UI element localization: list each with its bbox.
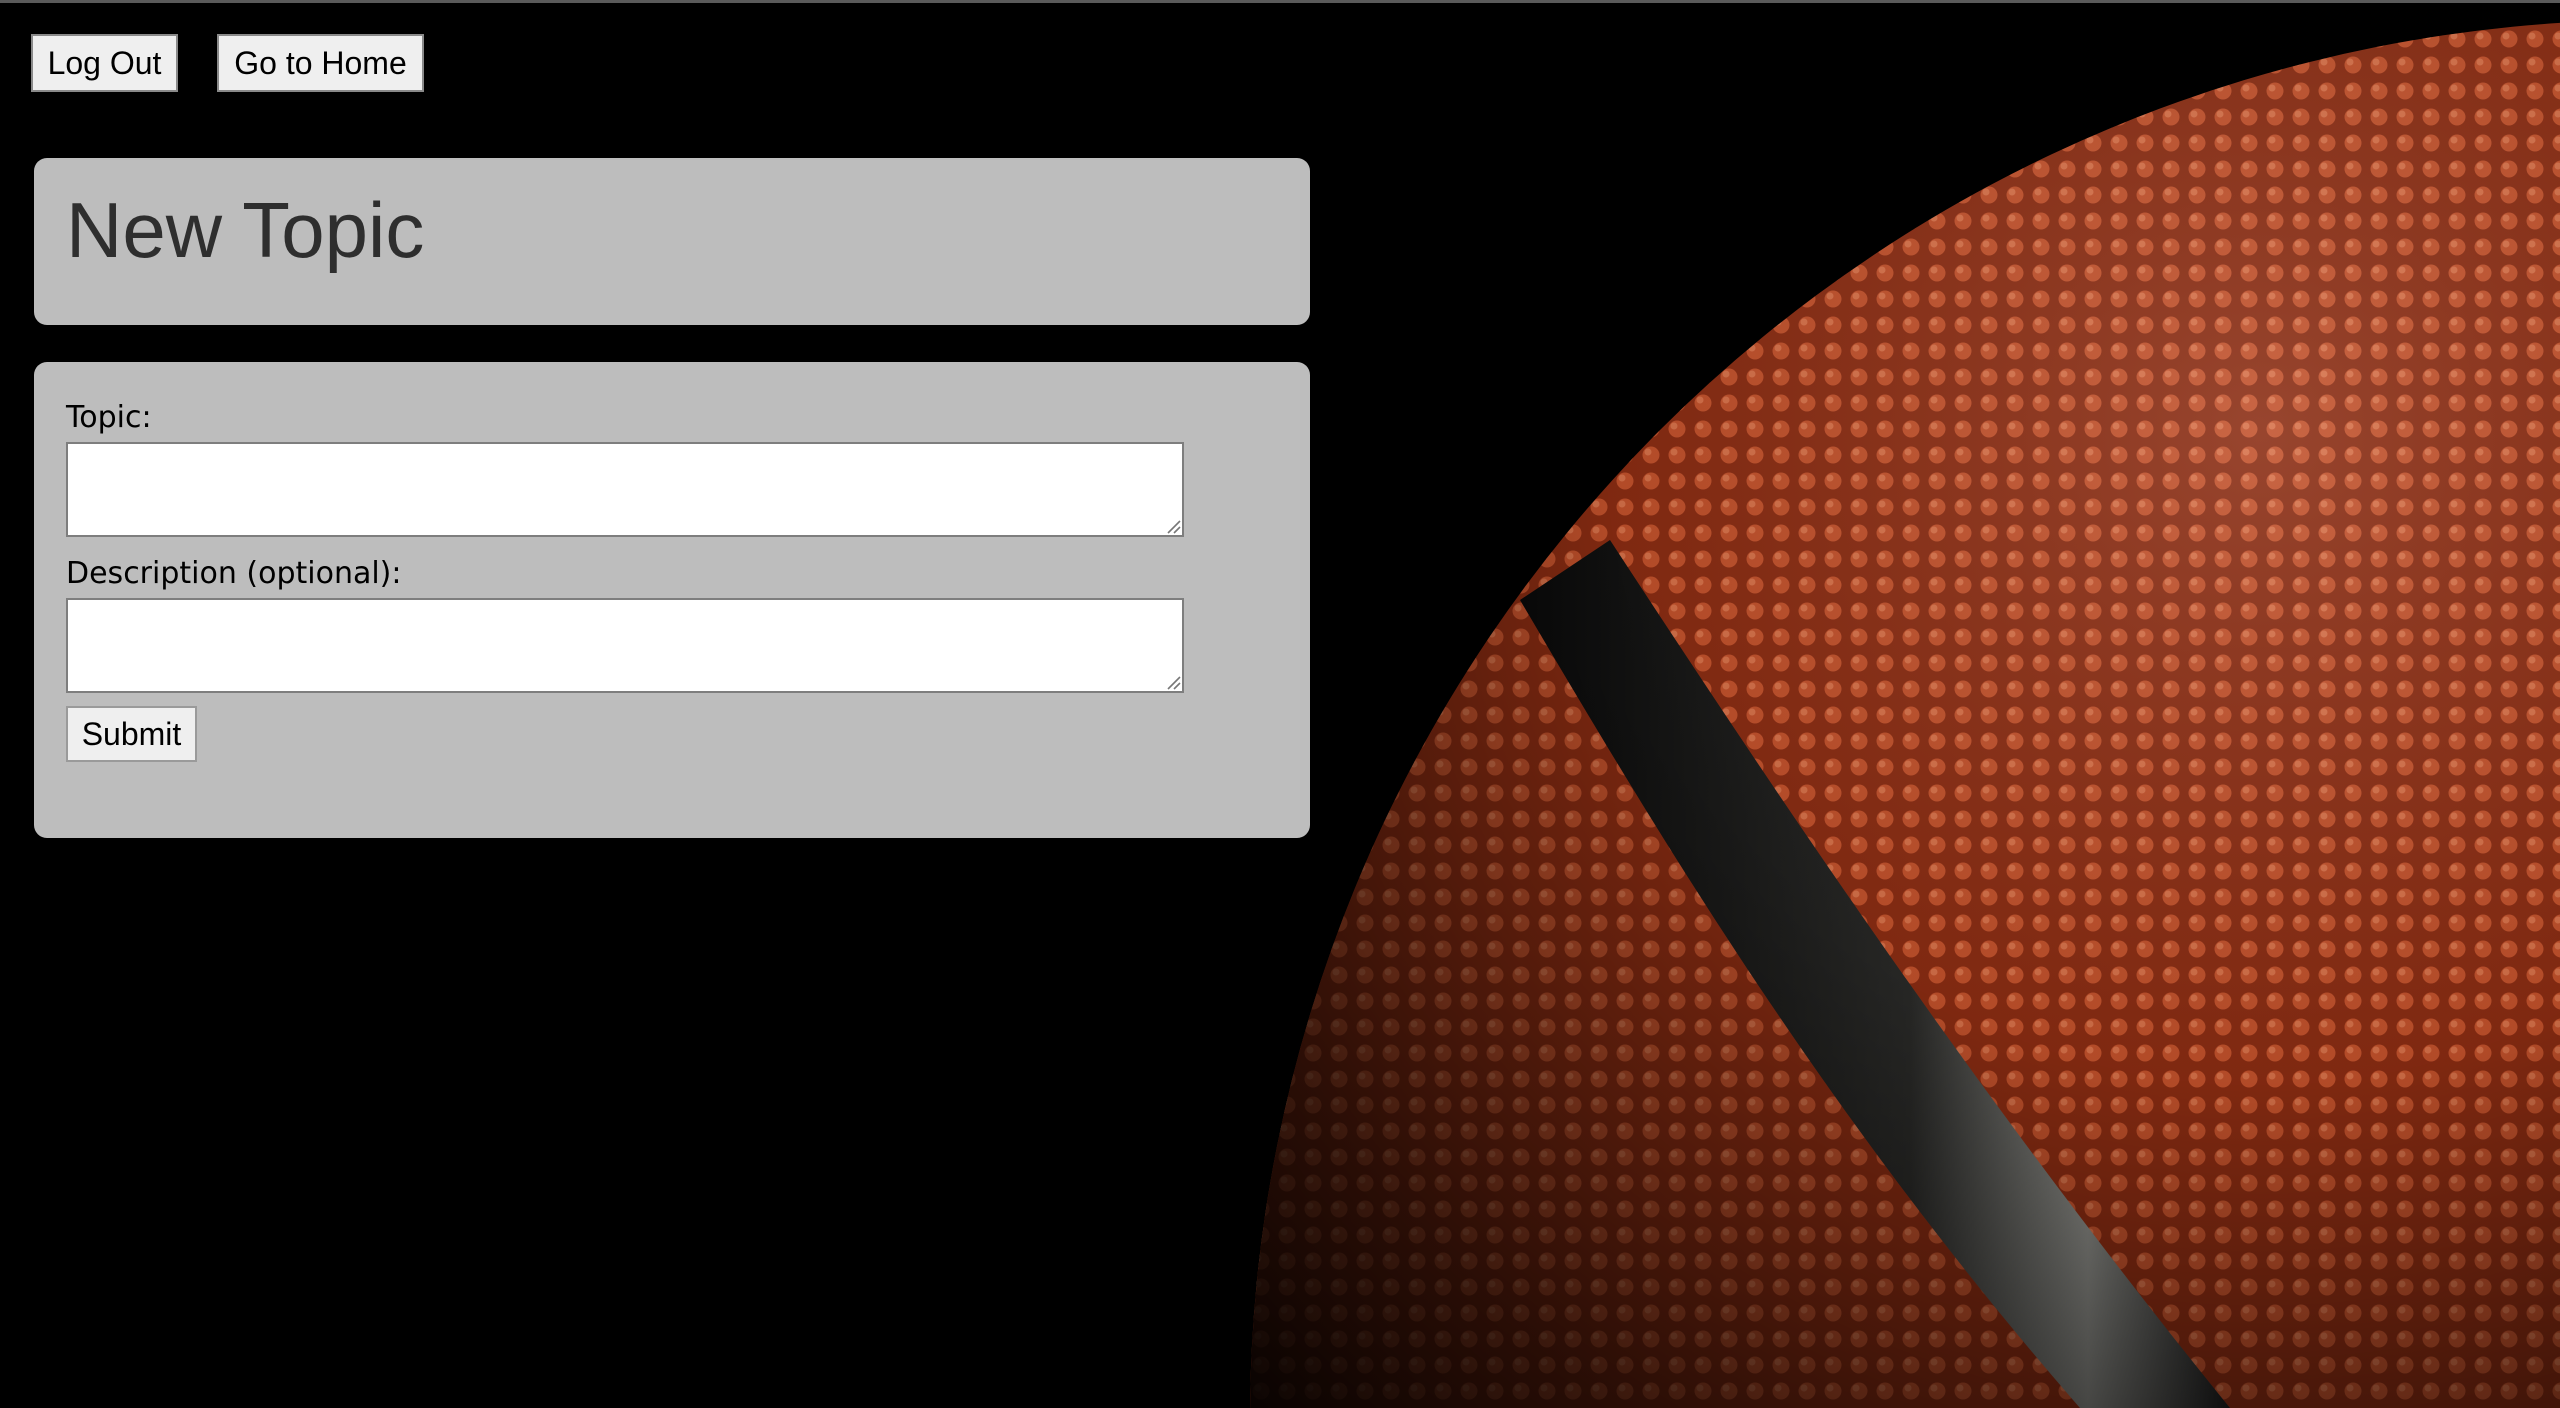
new-topic-form: Topic: Description (optional): Submit — [34, 362, 1310, 838]
title-panel: New Topic — [34, 158, 1310, 325]
log-out-button[interactable]: Log Out — [31, 34, 178, 92]
description-input[interactable] — [66, 598, 1184, 693]
page: Log Out Go to Home New Topic Topic: Desc… — [0, 0, 2560, 1408]
submit-button[interactable]: Submit — [66, 706, 197, 762]
topic-input[interactable] — [66, 442, 1184, 537]
description-label: Description (optional): — [66, 556, 402, 591]
go-to-home-button[interactable]: Go to Home — [217, 34, 424, 92]
page-title: New Topic — [66, 186, 425, 274]
topic-label: Topic: — [66, 400, 152, 435]
